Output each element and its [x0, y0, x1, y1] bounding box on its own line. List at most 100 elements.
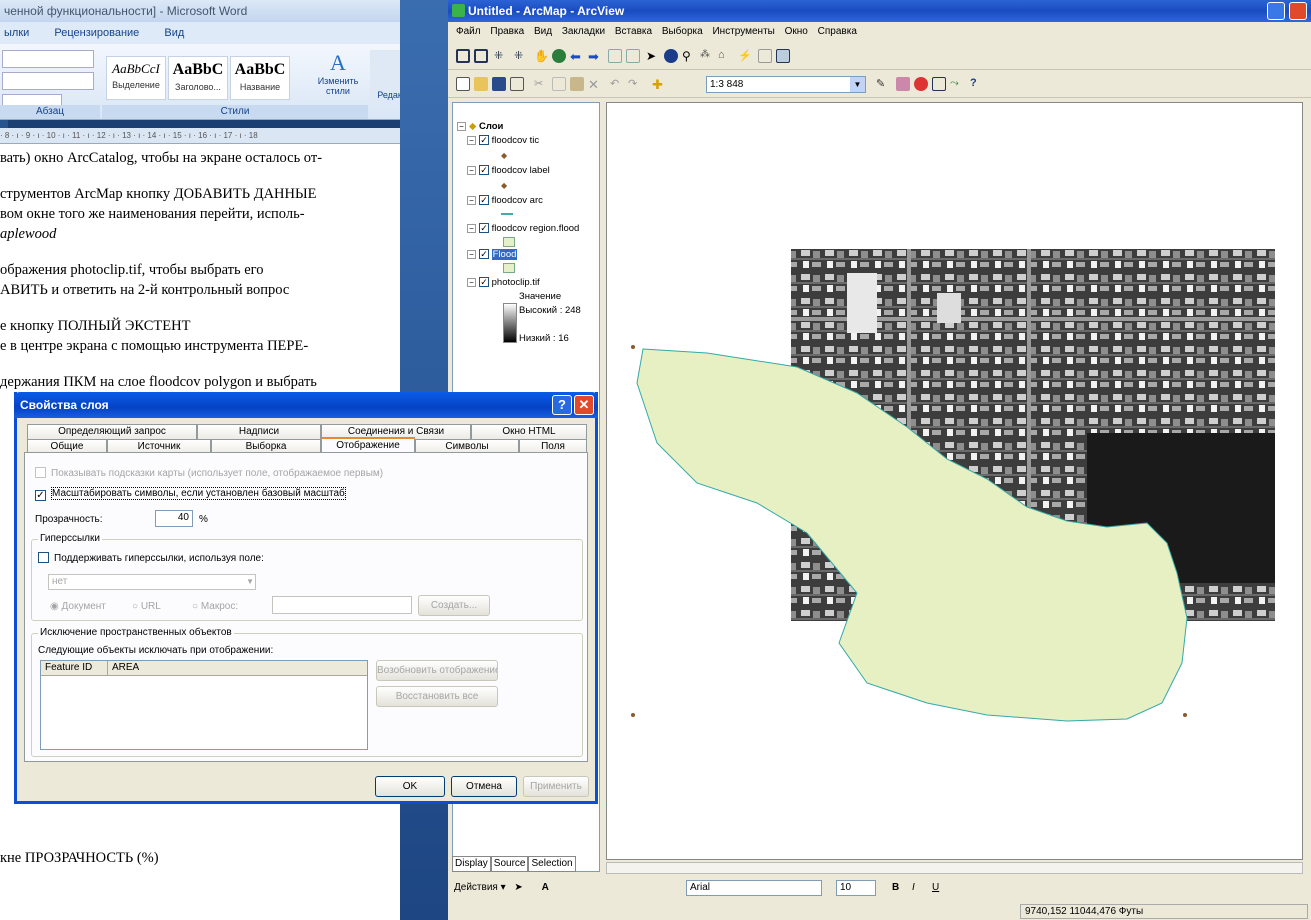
zoom-out-icon[interactable] — [474, 49, 488, 63]
arctoolbox-icon[interactable] — [914, 77, 928, 91]
collapse-icon[interactable]: − — [467, 135, 476, 145]
redo-icon[interactable]: ↷ — [628, 77, 642, 91]
save-icon[interactable] — [492, 77, 506, 91]
toc-layer-arc[interactable]: − ✓ floodcov arc — [467, 195, 543, 207]
collapse-icon[interactable]: − — [467, 195, 476, 205]
undo-icon[interactable]: ↶ — [610, 77, 624, 91]
menu-view[interactable]: Вид — [534, 26, 552, 37]
fixed-zoom-icon[interactable]: ⁜ — [494, 49, 508, 63]
menu-insert[interactable]: Вставка — [615, 26, 652, 37]
restore-all-button[interactable]: Восстановить все — [376, 686, 498, 707]
close-button[interactable] — [1289, 2, 1307, 20]
select-elements-icon[interactable]: ➤ — [646, 49, 660, 63]
col-feature-id[interactable]: Feature ID — [45, 661, 92, 675]
full-extent-icon[interactable] — [552, 49, 566, 63]
layer-checkbox[interactable]: ✓ — [479, 277, 489, 288]
hyperlink-icon[interactable]: ⚡ — [738, 49, 752, 63]
tab-view[interactable]: Вид — [164, 27, 184, 39]
radio-url[interactable]: ○ URL — [132, 600, 161, 613]
tab-links[interactable]: ылки — [4, 27, 29, 39]
tab-selection[interactable]: Selection — [528, 856, 576, 872]
menu-tools[interactable]: Инструменты — [712, 26, 774, 37]
collapse-icon[interactable]: − — [467, 223, 476, 233]
support-hyperlinks-checkbox[interactable]: Поддерживать гиперссылки, используя поле… — [38, 552, 264, 565]
layer-checkbox[interactable]: ✓ — [479, 195, 489, 206]
menu-selection[interactable]: Выборка — [662, 26, 703, 37]
collapse-icon[interactable]: − — [457, 121, 466, 131]
map-scrollbar[interactable] — [606, 862, 1303, 874]
tab-definition-query[interactable]: Определяющий запрос — [27, 424, 197, 439]
find-icon[interactable]: ⚲ — [682, 49, 696, 63]
font-name-field[interactable]: Arial — [686, 880, 822, 896]
toc-root[interactable]: − ◆ Слои — [457, 121, 503, 133]
collapse-icon[interactable]: − — [467, 277, 476, 287]
command-line-icon[interactable] — [932, 77, 946, 91]
drawing-menu[interactable]: Действия ▾ — [454, 882, 506, 893]
fixed-zoom-out-icon[interactable]: ⁜ — [514, 49, 528, 63]
tab-review[interactable]: Рецензирование — [54, 27, 139, 39]
apply-button[interactable]: Применить — [523, 776, 589, 797]
chevron-down-icon[interactable]: ▼ — [850, 77, 865, 92]
toc-layer-region[interactable]: − ✓ floodcov region.flood — [467, 223, 579, 235]
tab-display[interactable]: Display — [452, 856, 491, 872]
open-icon[interactable] — [474, 77, 488, 91]
delete-icon[interactable]: ✕ — [588, 77, 602, 92]
clear-selection-icon[interactable] — [626, 49, 640, 63]
html-popup-icon[interactable] — [758, 49, 772, 63]
cut-icon[interactable]: ✂ — [534, 77, 548, 91]
minimize-button[interactable] — [1267, 2, 1285, 20]
radio-document[interactable]: ◉ Документ — [50, 600, 106, 613]
back-icon[interactable]: ⬅ — [570, 49, 584, 64]
new-icon[interactable] — [456, 77, 470, 91]
menu-edit[interactable]: Правка — [490, 26, 524, 37]
overview-icon[interactable] — [776, 49, 790, 63]
select-features-icon[interactable] — [608, 49, 622, 63]
menu-help[interactable]: Справка — [818, 26, 857, 37]
identify-icon[interactable] — [664, 49, 678, 63]
radio-macro[interactable]: ○ Макрос: — [192, 600, 238, 613]
layer-checkbox[interactable]: ✓ — [479, 249, 489, 260]
menu-window[interactable]: Окно — [785, 26, 808, 37]
tab-source[interactable]: Source — [490, 856, 529, 872]
show-map-tips-checkbox[interactable]: Показывать подсказки карты (использует п… — [35, 467, 383, 480]
measure-icon[interactable]: ⁂ — [700, 49, 714, 63]
align-buttons[interactable] — [2, 72, 94, 90]
list-buttons[interactable] — [2, 50, 94, 68]
cancel-button[interactable]: Отмена — [451, 776, 517, 797]
map-display[interactable] — [606, 102, 1303, 860]
toc-layer-label[interactable]: − ✓ floodcov label — [467, 165, 550, 177]
font-size-field[interactable]: 10 — [836, 880, 876, 896]
map-scale-combo[interactable]: 1:3 848 ▼ — [706, 76, 866, 93]
arccatalog-icon[interactable] — [896, 77, 910, 91]
ok-button[interactable]: OK — [375, 776, 445, 797]
whats-this-icon[interactable]: ? — [970, 77, 984, 91]
style-emphasis[interactable]: AaBbCcI Выделение — [106, 56, 166, 100]
toc-layer-flood[interactable]: − ✓ Flood — [467, 249, 518, 261]
layer-checkbox[interactable]: ✓ — [479, 135, 489, 146]
menu-file[interactable]: Файл — [456, 26, 481, 37]
style-title[interactable]: AaBbC Название — [230, 56, 290, 100]
macro-input[interactable] — [272, 596, 412, 614]
italic-icon[interactable]: I — [912, 876, 915, 900]
scale-symbols-checkbox[interactable]: ✓ Масштабировать символы, если установлен… — [35, 487, 346, 501]
layer-checkbox[interactable]: ✓ — [479, 223, 489, 234]
collapse-icon[interactable]: − — [467, 249, 476, 259]
text-tool-icon[interactable]: A — [542, 882, 549, 893]
close-icon[interactable]: ✕ — [574, 395, 594, 415]
underline-icon[interactable]: U — [932, 876, 939, 900]
layer-checkbox[interactable]: ✓ — [479, 165, 489, 176]
editor-toolbar-icon[interactable]: ✎ — [876, 77, 890, 91]
help-icon[interactable]: ? — [552, 395, 572, 415]
zoom-in-icon[interactable] — [456, 49, 470, 63]
add-data-icon[interactable]: ✚ — [652, 77, 666, 92]
hyperlink-field-select[interactable]: нет ▼ — [48, 574, 256, 590]
copy-icon[interactable] — [552, 77, 566, 91]
modelbuilder-icon[interactable]: ⤳ — [950, 77, 964, 91]
toc-layer-photoclip[interactable]: − ✓ photoclip.tif — [467, 277, 540, 289]
col-area[interactable]: AREA — [107, 661, 351, 675]
forward-icon[interactable]: ➡ — [588, 49, 602, 64]
print-icon[interactable] — [510, 77, 524, 91]
select-arrow-icon[interactable]: ➤ — [514, 882, 522, 893]
resume-drawing-button[interactable]: Возобновить отображение — [376, 660, 498, 681]
pan-icon[interactable]: ✋ — [534, 49, 549, 63]
